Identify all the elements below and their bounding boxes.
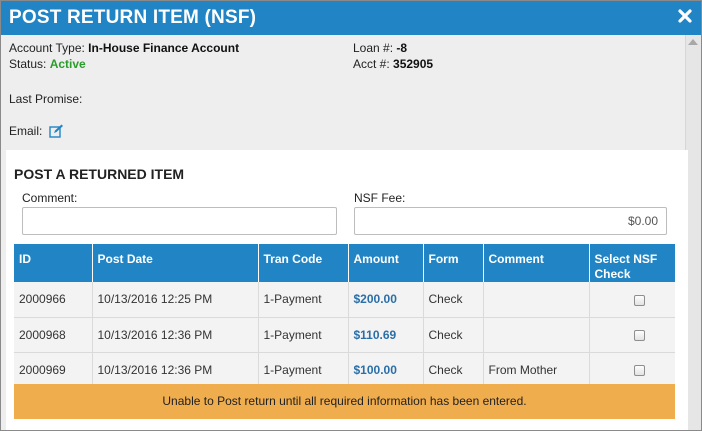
transactions-table: ID Post Date Tran Code Amount Form Comme… bbox=[14, 244, 675, 388]
status-value: Active bbox=[49, 57, 86, 71]
row-post-date: 10/13/2016 12:36 PM bbox=[92, 317, 259, 353]
header-post-date[interactable]: Post Date bbox=[92, 244, 259, 282]
account-type-value: In-House Finance Account bbox=[88, 41, 240, 55]
status-line: Status: Active bbox=[9, 57, 86, 71]
select-nsf-checkbox[interactable] bbox=[634, 329, 646, 341]
last-promise-label: Last Promise: bbox=[9, 92, 83, 106]
header-tran-code[interactable]: Tran Code bbox=[258, 244, 349, 282]
row-tran-code: 1-Payment bbox=[258, 352, 349, 388]
header-amount[interactable]: Amount bbox=[348, 244, 424, 282]
row-select-cell bbox=[589, 282, 675, 318]
loan-number-label: Loan #: bbox=[353, 41, 394, 55]
section-title: POST A RETURNED ITEM bbox=[14, 166, 185, 182]
loan-number-line: Loan #: -8 bbox=[353, 41, 407, 55]
row-tran-code: 1-Payment bbox=[258, 282, 349, 318]
table-row: 2000968 10/13/2016 12:36 PM 1-Payment $1… bbox=[14, 317, 675, 353]
comment-input[interactable] bbox=[22, 207, 337, 235]
close-icon[interactable] bbox=[677, 8, 693, 24]
row-form: Check bbox=[423, 352, 484, 388]
loan-number-value: -8 bbox=[396, 41, 408, 55]
header-form[interactable]: Form bbox=[423, 244, 484, 282]
row-form: Check bbox=[423, 282, 484, 318]
row-post-date: 10/13/2016 12:25 PM bbox=[92, 282, 259, 318]
account-type-label: Account Type: bbox=[9, 41, 85, 55]
row-id: 2000966 bbox=[14, 282, 93, 318]
row-comment bbox=[483, 282, 590, 318]
row-amount: $100.00 bbox=[348, 352, 424, 388]
dialog-titlebar: POST RETURN ITEM (NSF) bbox=[1, 1, 701, 35]
edit-icon[interactable] bbox=[48, 124, 64, 141]
acct-number-label: Acct #: bbox=[353, 57, 390, 71]
row-form: Check bbox=[423, 317, 484, 353]
post-returned-item-panel: POST A RETURNED ITEM Comment: NSF Fee: I… bbox=[6, 150, 688, 430]
dialog-title: POST RETURN ITEM (NSF) bbox=[9, 7, 257, 28]
scroll-up-arrow-icon[interactable] bbox=[688, 39, 698, 45]
table-header-row: ID Post Date Tran Code Amount Form Comme… bbox=[14, 244, 675, 282]
email-label: Email: bbox=[9, 124, 43, 138]
nsf-fee-label: NSF Fee: bbox=[354, 191, 406, 205]
table-row: 2000969 10/13/2016 12:36 PM 1-Payment $1… bbox=[14, 352, 675, 388]
select-nsf-checkbox[interactable] bbox=[634, 364, 646, 376]
row-post-date: 10/13/2016 12:36 PM bbox=[92, 352, 259, 388]
table-row: 2000966 10/13/2016 12:25 PM 1-Payment $2… bbox=[14, 282, 675, 318]
select-nsf-checkbox[interactable] bbox=[634, 294, 646, 306]
row-comment bbox=[483, 317, 590, 353]
last-promise-line: Last Promise: bbox=[9, 92, 82, 106]
acct-number-line: Acct #: 352905 bbox=[353, 57, 433, 71]
header-comment[interactable]: Comment bbox=[483, 244, 590, 282]
email-line: Email: bbox=[9, 124, 64, 141]
row-amount: $200.00 bbox=[348, 282, 424, 318]
nsf-fee-input[interactable] bbox=[354, 207, 667, 235]
header-id[interactable]: ID bbox=[14, 244, 93, 282]
comment-label: Comment: bbox=[22, 191, 78, 205]
row-id: 2000968 bbox=[14, 317, 93, 353]
acct-number-value: 352905 bbox=[393, 57, 434, 71]
header-select-nsf-check[interactable]: Select NSF Check bbox=[589, 244, 675, 282]
post-return-item-dialog: POST RETURN ITEM (NSF) Account Type: In-… bbox=[0, 0, 702, 431]
row-comment: From Mother bbox=[483, 352, 590, 388]
row-amount: $110.69 bbox=[348, 317, 424, 353]
row-select-cell bbox=[589, 352, 675, 388]
account-type-line: Account Type: In-House Finance Account bbox=[9, 41, 239, 55]
row-id: 2000969 bbox=[14, 352, 93, 388]
row-select-cell bbox=[589, 317, 675, 353]
row-tran-code: 1-Payment bbox=[258, 317, 349, 353]
status-label: Status: bbox=[9, 57, 47, 71]
validation-warning-banner: Unable to Post return until all required… bbox=[14, 384, 675, 419]
